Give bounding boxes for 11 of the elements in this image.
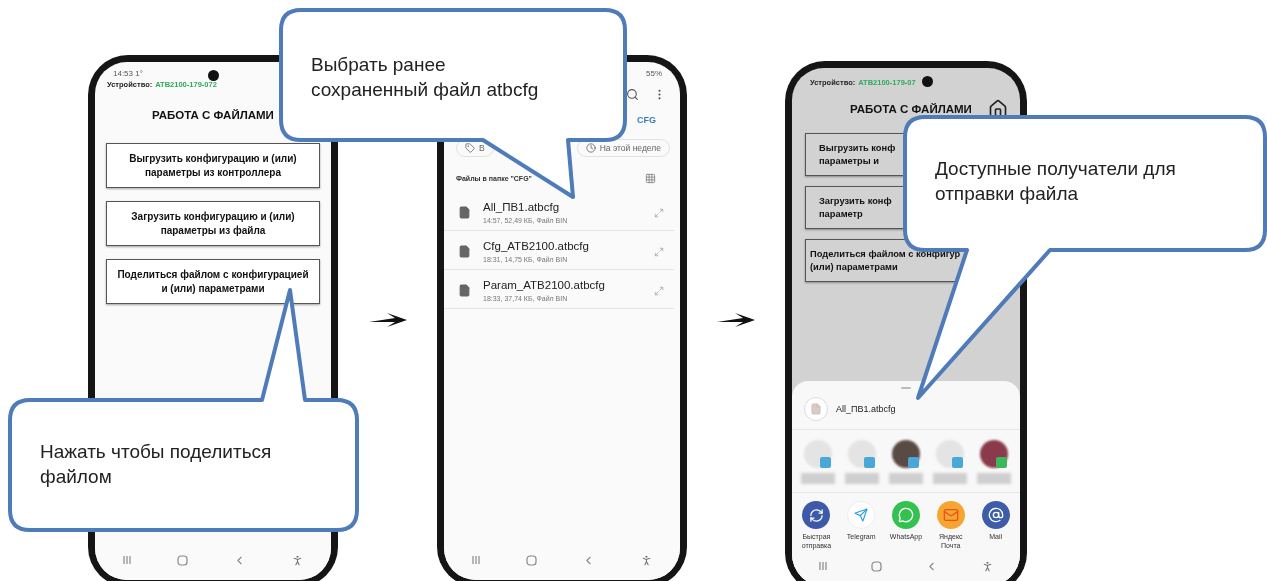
file-name: Param_ATB2100.atbcfg	[483, 279, 606, 291]
shared-file-name: All_ПВ1.atbcfg	[836, 404, 896, 415]
status-time: 14:53 1°	[113, 68, 143, 78]
screen-title: РАБОТА С ФАЙЛАМИ	[850, 103, 972, 115]
callout-text: Доступные получатели для отправки файла	[935, 157, 1176, 206]
file-name: All_ПВ1.atbcfg	[483, 201, 561, 213]
callout-text: Нажать чтобы поделиться файлом	[40, 440, 272, 489]
battery-level: 55%	[646, 68, 662, 78]
screen-title: РАБОТА С ФАЙЛАМИ	[152, 109, 274, 121]
callout-text: Выбрать ранее сохраненный файл atbcfg	[311, 53, 539, 102]
file-name: Cfg_ATB2100.atbcfg	[483, 240, 590, 252]
